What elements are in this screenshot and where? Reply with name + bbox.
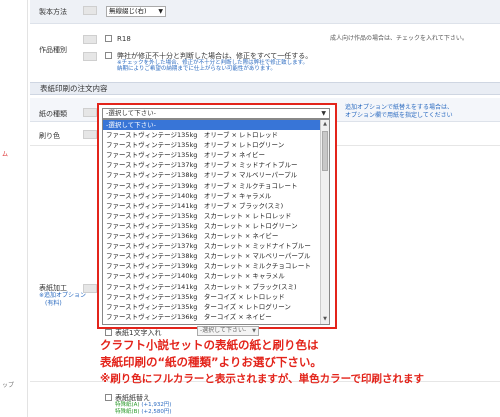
paper-option[interactable]: ファーストヴィンテージ137kg スカーレット × ミッドナイトブルー bbox=[103, 241, 329, 251]
notice-line-1: クラフト小説セットの表紙の紙と刷り色は bbox=[100, 338, 319, 352]
binding-label: 製本方法 bbox=[39, 8, 67, 16]
chevron-down-icon: ▼ bbox=[158, 8, 163, 15]
binding-select[interactable]: 無線綴じ(右) ▼ bbox=[106, 6, 166, 17]
paper-option[interactable]: ファーストヴィンテージ136kg スカーレット × ネイビー bbox=[103, 231, 329, 241]
price-1-label: 特殊紙(A) bbox=[115, 402, 140, 408]
paper-dropdown-highlight: -選択して下さい- ▼ -選択して下さい- ファーストヴィンテージ135kg オ… bbox=[97, 103, 337, 329]
fix-note-2: 納期によりご希望の納期までに仕上がらない可能性があります。 bbox=[117, 66, 276, 72]
paper-option[interactable]: ファーストヴィンテージ141kg オリーブ × ブラック(スミ) bbox=[103, 201, 329, 211]
paper-note-1: 追加オプションで紙替えをする場合は、 bbox=[345, 104, 454, 111]
price-1: 特殊紙(A) (+1,932円) bbox=[115, 402, 171, 409]
price-2: 特殊紙(B) (+2,580円) bbox=[115, 409, 171, 416]
paper-option[interactable]: ファーストヴィンテージ135kg スカーレット × レトロレッド bbox=[103, 211, 329, 221]
paper-option[interactable]: ファーストヴィンテージ139kg オリーブ × ミルクチョコレート bbox=[103, 181, 329, 191]
notice-line-2: 表紙印刷の“紙の種類”よりお選び下さい。 bbox=[100, 355, 322, 369]
section-title: 表紙印刷の注文内容 bbox=[30, 82, 500, 95]
paper-option[interactable]: ファーストヴィンテージ135kg ターコイズ × レトロレッド bbox=[103, 292, 329, 302]
binding-row bbox=[30, 0, 500, 24]
price-2-value: (+2,580円) bbox=[141, 409, 172, 415]
genre-label: 作品種別 bbox=[39, 46, 67, 54]
r18-label: R18 bbox=[117, 35, 131, 43]
chevron-down-icon: ▼ bbox=[321, 110, 326, 117]
genre-grip-2 bbox=[83, 52, 97, 61]
paper-option[interactable]: ファーストヴィンテージ139kg スカーレット × ミルクチョコレート bbox=[103, 261, 329, 271]
paper-select-value: -選択して下さい- bbox=[106, 109, 156, 117]
chevron-down-icon: ▼ bbox=[252, 328, 256, 334]
color-grip bbox=[83, 130, 97, 139]
paper-option[interactable]: ファーストヴィンテージ135kg ターコイズ × レトログリーン bbox=[103, 302, 329, 312]
paper-option[interactable]: ファーストヴィンテージ136kg ターコイズ × ネイビー bbox=[103, 312, 329, 322]
paper-option[interactable]: ファーストヴィンテージ141kg スカーレット × ブラック(スミ) bbox=[103, 282, 329, 292]
cover-text-checkbox[interactable] bbox=[105, 329, 112, 336]
paper-option[interactable]: ファーストヴィンテージ140kg スカーレット × キャラメル bbox=[103, 271, 329, 281]
price-2-label: 特殊紙(B) bbox=[115, 409, 140, 415]
paper-options-list[interactable]: -選択して下さい- ファーストヴィンテージ135kg オリーブ × レトロレッド… bbox=[102, 119, 330, 325]
paper-change-checkbox[interactable] bbox=[105, 394, 112, 401]
scroll-thumb[interactable] bbox=[322, 131, 328, 171]
binding-grip bbox=[83, 6, 97, 15]
scroll-up-icon[interactable]: ▲ bbox=[321, 120, 329, 129]
paper-option[interactable]: ファーストヴィンテージ140kg オリーブ × キャラメル bbox=[103, 191, 329, 201]
paper-option[interactable]: ファーストヴィンテージ138kg オリーブ × マルベリーパープル bbox=[103, 170, 329, 180]
price-1-value: (+1,932円) bbox=[141, 402, 172, 408]
paper-label: 紙の種類 bbox=[39, 110, 67, 118]
paper-option[interactable]: ファーストヴィンテージ138kg スカーレット × マルベリーパープル bbox=[103, 251, 329, 261]
notice-line-3: ※刷り色にフルカラーと表示されますが、単色カラーで印刷されます bbox=[100, 373, 425, 385]
sidebar-red-text: ム bbox=[2, 151, 9, 158]
binding-select-value: 無線綴じ(右) bbox=[109, 7, 147, 15]
sidebar-bottom-text: ップ bbox=[2, 382, 15, 389]
cover-finish-note-sub: (有料) bbox=[45, 300, 62, 307]
paper-option[interactable]: -選択して下さい- bbox=[103, 120, 329, 131]
cover-text-select-value: -選択して下さい- bbox=[200, 327, 247, 334]
scroll-down-icon[interactable]: ▼ bbox=[321, 315, 329, 324]
cover-finish-note: ※追加オプション bbox=[39, 292, 87, 299]
paper-option[interactable]: ファーストヴィンテージ135kg オリーブ × レトログリーン bbox=[103, 140, 329, 150]
dropdown-scrollbar[interactable]: ▲ ▼ bbox=[320, 120, 329, 324]
r18-note: 成人向け作品の場合は、チェックを入れて下さい。 bbox=[330, 35, 468, 42]
paper-grip bbox=[83, 108, 97, 117]
paper-note-2: オプション欄で用紙を指定してください bbox=[345, 112, 453, 119]
paper-option[interactable]: ファーストヴィンテージ137kg オリーブ × ミッドナイトブルー bbox=[103, 160, 329, 170]
color-label: 刷り色 bbox=[39, 132, 60, 140]
paper-option[interactable]: ファーストヴィンテージ135kg オリーブ × ネイビー bbox=[103, 150, 329, 160]
paper-option[interactable]: ファーストヴィンテージ135kg スカーレット × レトログリーン bbox=[103, 221, 329, 231]
r18-checkbox[interactable] bbox=[105, 35, 112, 42]
cover-text-select[interactable]: -選択して下さい- ▼ bbox=[197, 326, 259, 336]
fix-checkbox[interactable] bbox=[105, 52, 112, 59]
left-sidebar: ム ップ bbox=[0, 0, 28, 417]
genre-grip-1 bbox=[83, 35, 97, 44]
paper-select[interactable]: -選択して下さい- ▼ bbox=[102, 108, 330, 119]
cover-finish-grip bbox=[83, 284, 97, 293]
paper-option[interactable]: ファーストヴィンテージ135kg オリーブ × レトロレッド bbox=[103, 130, 329, 140]
